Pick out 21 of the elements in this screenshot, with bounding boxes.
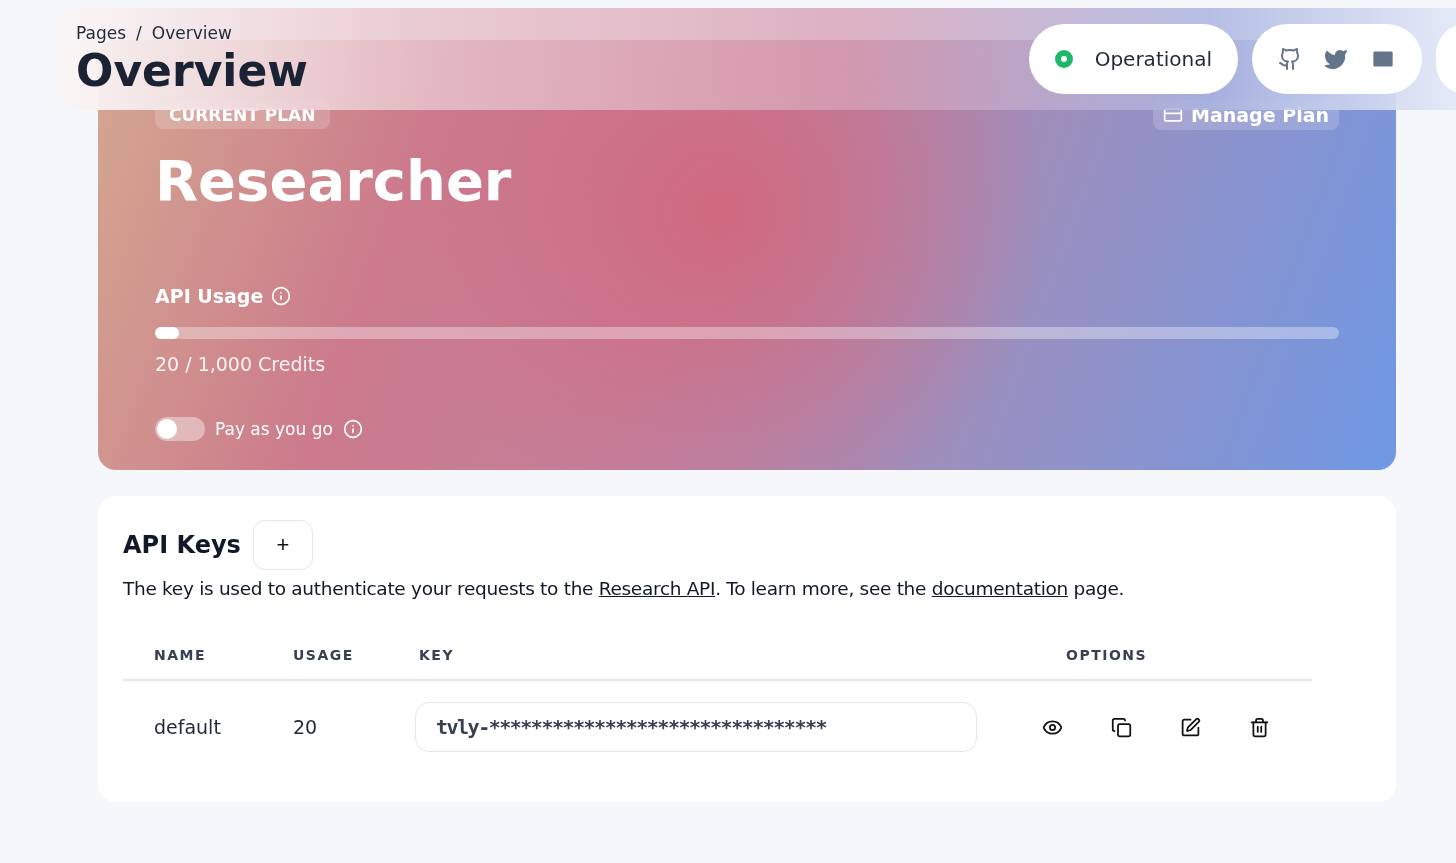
table-cell-text: 20 bbox=[292, 715, 319, 740]
column-header: OPTIONS bbox=[1012, 629, 1312, 681]
key-field[interactable]: tvly-******************************** bbox=[415, 702, 977, 752]
description-text: The key is used to authenticate your requests to the Research API. To learn more, see the documentation page. bbox=[123, 578, 1126, 599]
page-title: Overview bbox=[76, 44, 308, 96]
table-cell-text: default bbox=[153, 715, 222, 740]
breadcrumb-item[interactable]: Overview bbox=[151, 22, 232, 43]
credits-text: 20 / 1,000 Credits bbox=[155, 353, 327, 375]
usage-title: API Usage bbox=[155, 285, 264, 307]
switch-label: Pay as you go bbox=[215, 419, 333, 439]
text-link[interactable]: Research API bbox=[598, 578, 716, 599]
section-title: API Keys bbox=[123, 531, 241, 559]
text-link[interactable]: documentation bbox=[931, 578, 1068, 599]
breadcrumb-item[interactable]: Pages bbox=[76, 22, 126, 43]
breadcrumb-separator: / bbox=[136, 22, 142, 43]
column-header: USAGE bbox=[262, 629, 388, 681]
plan-name: Researcher bbox=[155, 148, 513, 213]
column-header: KEY bbox=[388, 629, 1012, 681]
column-header: NAME bbox=[123, 629, 262, 681]
status-pill[interactable]: Operational bbox=[1028, 24, 1238, 94]
add-key-button[interactable]: + bbox=[252, 520, 313, 570]
